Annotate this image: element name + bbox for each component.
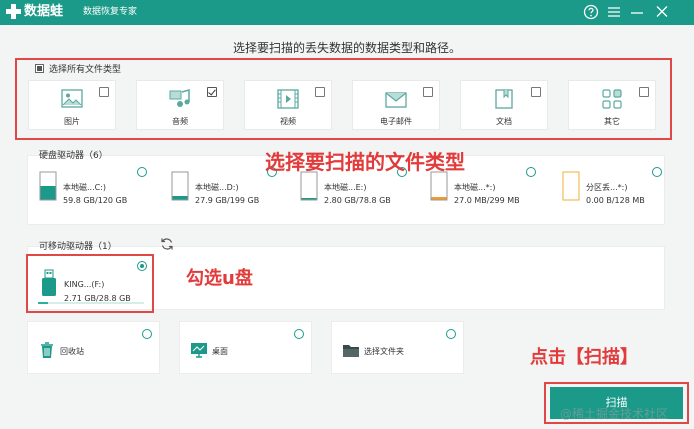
drive-name: 本地磁...C:) <box>63 183 107 192</box>
watermark: @稀土掘金技术社区 <box>560 407 669 421</box>
annotation-text-usb: 勾选u盘 <box>186 268 253 289</box>
annotation-text-file-types: 选择要扫描的文件类型 <box>265 150 465 174</box>
drive-name: 分区丢...*:) <box>586 183 628 192</box>
location-radio[interactable] <box>446 329 456 339</box>
location-radio[interactable] <box>142 329 152 339</box>
close-button[interactable] <box>652 3 672 21</box>
help-button[interactable] <box>581 3 601 21</box>
hard-drive-icon <box>171 171 189 201</box>
drive-size: 2.80 GB/78.8 GB <box>324 196 391 205</box>
location-card-choose-folder[interactable]: 选择文件夹 <box>331 321 464 374</box>
annotation-text-scan: 点击【扫描】 <box>530 347 638 368</box>
drive-item-d[interactable]: 本地磁...D:) 27.9 GB/199 GB <box>171 171 281 219</box>
drive-size: 27.0 MB/299 MB <box>454 196 520 205</box>
minimize-button[interactable] <box>627 3 647 21</box>
menu-button[interactable] <box>604 3 624 21</box>
drive-item-c[interactable]: 本地磁...C:) 59.8 GB/120 GB <box>39 171 149 219</box>
drive-radio[interactable] <box>526 167 536 177</box>
annotation-box-file-types <box>15 58 672 140</box>
location-label: 回收站 <box>60 347 84 356</box>
drive-radio[interactable] <box>137 167 147 177</box>
drive-name: 本地磁...D:) <box>195 183 239 192</box>
location-label: 选择文件夹 <box>364 347 404 356</box>
removable-drive-section-title: 可移动驱动器（1） <box>39 242 117 252</box>
menu-icon <box>608 7 620 17</box>
minimize-icon <box>631 12 643 14</box>
annotation-box-usb <box>26 254 154 313</box>
location-card-desktop[interactable]: 桌面 <box>179 321 312 374</box>
drive-size: 0.00 B/128 MB <box>586 196 645 205</box>
drive-name: 本地磁...E:) <box>324 183 367 192</box>
refresh-icon[interactable] <box>160 237 174 251</box>
app-logo-icon <box>5 3 22 20</box>
drive-item-recovery[interactable]: 本地磁...*:) 27.0 MB/299 MB <box>430 171 540 219</box>
drive-size: 59.8 GB/120 GB <box>63 196 128 205</box>
drive-radio[interactable] <box>652 167 662 177</box>
app-name: 数据蛙 <box>24 4 64 19</box>
location-card-recycle-bin[interactable]: 回收站 <box>27 321 160 374</box>
location-radio[interactable] <box>294 329 304 339</box>
page-heading: 选择要扫描的丢失数据的数据类型和路径。 <box>232 41 461 55</box>
close-icon <box>656 6 668 17</box>
hard-drive-icon <box>300 171 318 201</box>
folder-icon <box>342 341 360 359</box>
help-icon <box>583 4 599 20</box>
drive-item-lost-partition[interactable]: 分区丢...*:) 0.00 B/128 MB <box>562 171 662 219</box>
hard-drive-icon <box>430 171 448 201</box>
drive-name: 本地磁...*:) <box>454 183 496 192</box>
recycle-bin-icon <box>38 341 56 359</box>
drive-size: 27.9 GB/199 GB <box>195 196 260 205</box>
drive-item-e[interactable]: 本地磁...E:) 2.80 GB/78.8 GB <box>300 171 410 219</box>
hard-drive-icon <box>562 171 580 201</box>
location-label: 桌面 <box>212 347 228 356</box>
hard-drive-icon <box>39 171 57 201</box>
app-tagline: 数据恢复专家 <box>83 7 138 17</box>
title-bar: 数据蛙 数据恢复专家 <box>0 0 694 25</box>
desktop-icon <box>190 341 208 359</box>
hard-drive-section-title: 硬盘驱动器（6） <box>39 151 108 161</box>
